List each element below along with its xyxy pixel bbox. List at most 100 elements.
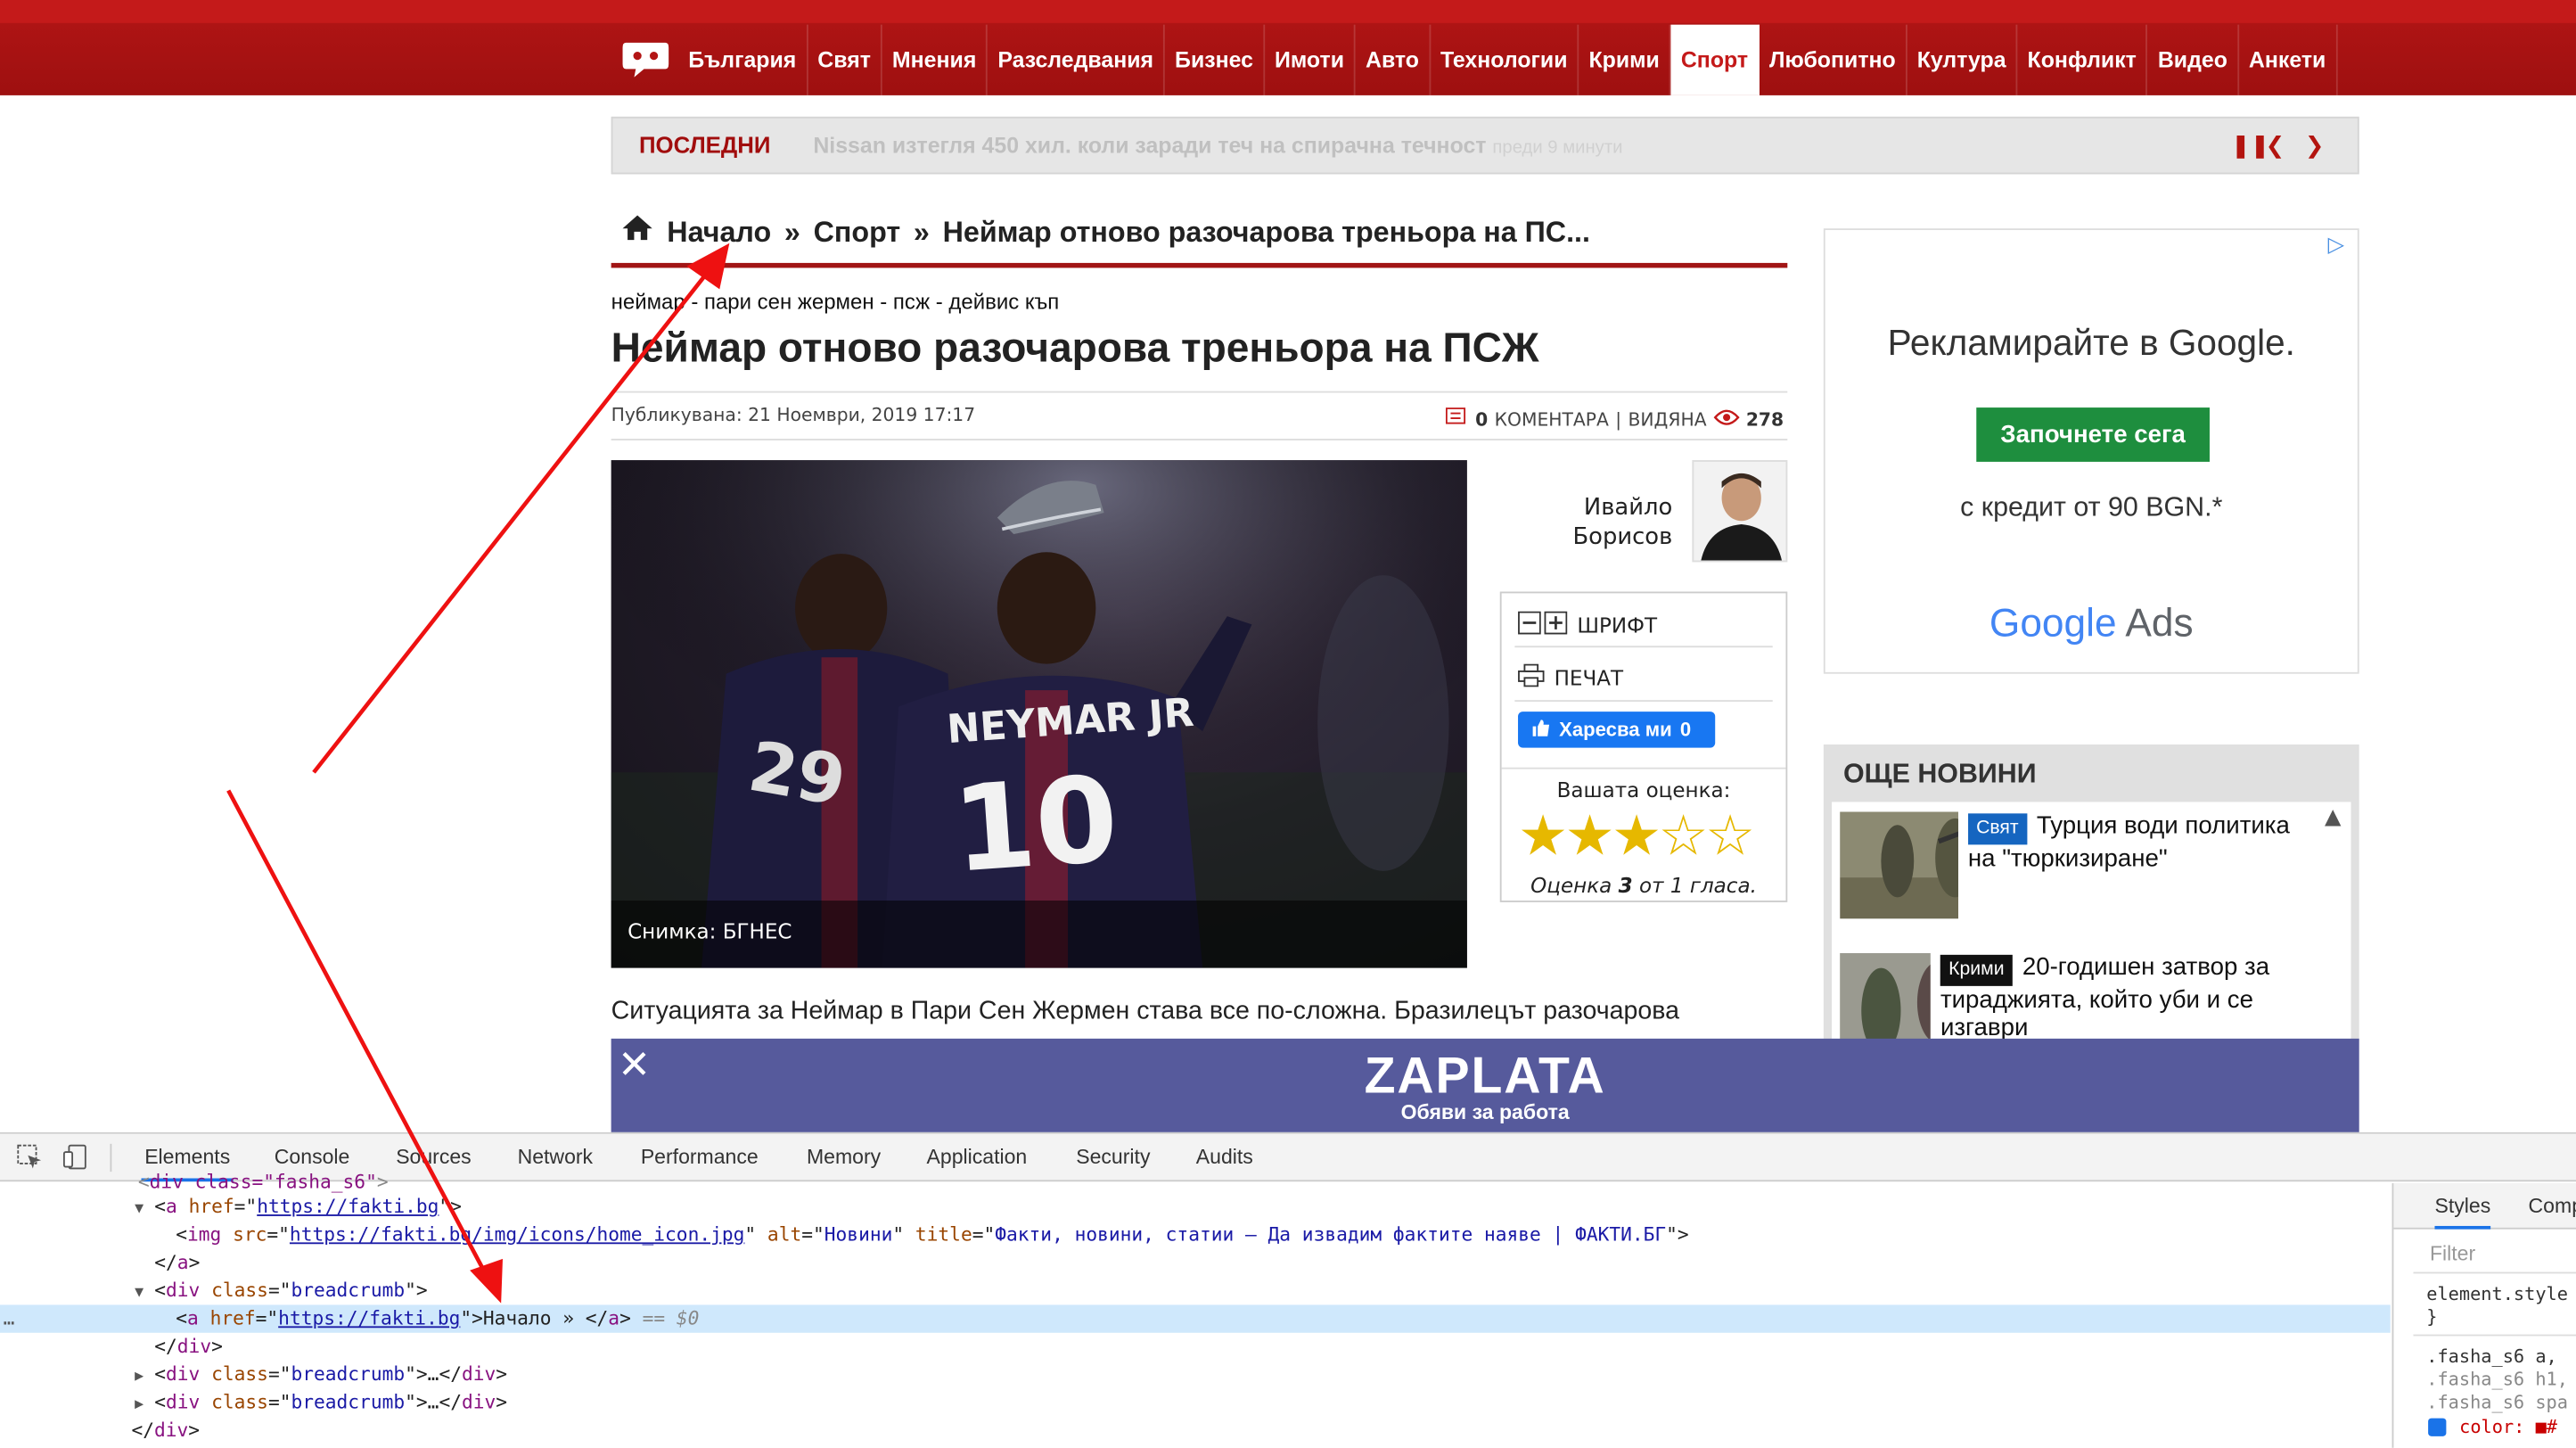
nav-item-investigations[interactable]: Разследвания [988,24,1165,95]
style-selector[interactable]: .fasha_s6 a, [2426,1346,2556,1368]
ticker-next-icon[interactable]: ❯ [2305,133,2325,159]
print-label: ПЕЧАТ [1554,665,1624,691]
article-photo[interactable]: NEYMAR JR 10 29 Снимка: БГНЕС [611,460,1467,968]
home-icon[interactable] [621,214,654,251]
dom-node[interactable]: </div> [0,1333,2391,1361]
nav-item-auto[interactable]: Авто [1356,24,1431,95]
breadcrumb-separator: » [783,214,800,248]
views-label: ВИДЯНА [1628,408,1707,430]
dom-node-selected[interactable]: … <a href="https://fakti.bg">Начало » </a… [0,1304,2391,1333]
views-eye-icon [1713,408,1740,430]
inspect-element-icon[interactable] [16,1144,42,1170]
ad-choices-icon[interactable]: ▷ [2328,234,2344,259]
news-thumbnail[interactable] [1840,953,1931,1041]
nav-item-world[interactable]: Свят [808,24,882,95]
nav-item-property[interactable]: Имоти [1265,24,1356,95]
ticker-prev-icon[interactable]: ❮ [2266,133,2285,159]
style-selector[interactable]: .fasha_s6 h1, [2426,1369,2568,1390]
divider [110,1143,112,1172]
author-name[interactable]: Ивайло Борисов [1545,493,1672,552]
font-increase-icon[interactable] [1544,611,1568,639]
style-property[interactable]: color: ■# [2459,1417,2557,1438]
comments-count: 0 [1475,408,1489,430]
rating-summary: Оценка 3 от 1 гласа. [1530,872,1757,898]
dom-node[interactable]: ▶ <div class="breadcrumb">…</div> [0,1388,2391,1416]
ad-cta-button[interactable]: Започнете сега [1976,407,2210,462]
nav-item-technology[interactable]: Технологии [1431,24,1579,95]
category-badge[interactable]: Крими [1940,954,2013,986]
header-strip [0,0,2576,23]
property-checkbox[interactable] [2428,1418,2447,1436]
comments-label[interactable]: КОМЕНТАРА [1495,408,1609,430]
latest-news-ticker: ПОСЛЕДНИ Nissan изтегля 450 хил. коли за… [611,116,2359,175]
zaplata-subtitle: Обяви за работа [1400,1100,1570,1124]
views-count: 278 [1745,408,1784,430]
divider [2413,1334,2576,1337]
zaplata-banner[interactable]: ✕ ZAPLATA Обяви за работа [611,1038,2359,1132]
list-item[interactable]: Свят Турция води политика на "тюркизиране… [1840,811,2317,919]
list-item[interactable]: Крими 20-годишен затвор за тираджията, ко… [1840,953,2317,1041]
dom-node[interactable]: </a> [0,1249,2391,1277]
font-decrease-icon[interactable] [1518,611,1541,639]
ad-subtitle: с кредит от 90 BGN.* [1960,492,2223,523]
tab-computed[interactable]: Comp [2529,1195,2576,1218]
nav-item-crime[interactable]: Крими [1579,24,1671,95]
article-tags[interactable]: неймар - пари сен жермен - псж - дейвис … [611,289,1060,314]
dom-node[interactable]: ▼ <a href="https://fakti.bg"> [0,1193,2391,1221]
dom-node[interactable]: ▶ <div class="breadcrumb">…</div> [0,1361,2391,1388]
more-news-title: ОЩЕ НОВИНИ [1842,759,2037,789]
article-lead: Ситуацията за Неймар в Пари Сен Жермен с… [611,997,1680,1026]
more-news-list: ▲ Свят Турция води политика на "тюркизира… [1832,802,2351,1041]
category-badge[interactable]: Свят [1967,813,2027,845]
style-rule[interactable]: element.style [2426,1283,2568,1304]
dom-node[interactable]: ▼ <div class="breadcrumb"> [0,1277,2391,1304]
dom-node[interactable]: <img src="https://fakti.bg/img/icons/hom… [0,1221,2391,1248]
divider [611,391,1788,393]
nav-item-video[interactable]: Видео [2148,24,2239,95]
style-selector[interactable]: .fasha_s6 spa [2426,1392,2568,1413]
dom-node[interactable]: <div class="fasha_s6"> [0,1168,2391,1196]
news-thumbnail[interactable] [1840,811,1958,919]
rating-stars[interactable]: ★★★☆☆ [1518,803,1755,869]
breadcrumb-home-link[interactable]: Начало [667,215,771,250]
thumbs-up-icon [1531,718,1551,743]
divider [1514,646,1773,648]
scroll-up-icon[interactable]: ▲ [2325,805,2341,830]
nav-item-bulgaria[interactable]: България [678,24,808,95]
rating-label: Вашата оценка: [1556,777,1731,802]
photo-caption: Снимка: БГНЕС [611,901,1467,968]
device-toolbar-icon[interactable] [62,1144,88,1170]
dom-tree: <div class="fasha_s6"> ▼ <a href="https:/… [0,1170,2391,1448]
tab-styles[interactable]: Styles [2434,1195,2491,1230]
breadcrumb: Начало » Спорт » Неймар отново разочаров… [621,214,1590,251]
more-news-panel: ОЩЕ НОВИНИ ▲ Свят Турция води политика на… [1823,744,2359,1041]
svg-text:29: 29 [742,727,851,822]
divider [1514,700,1773,703]
font-size-control[interactable]: ШРИФТ [1518,611,1658,639]
author-avatar[interactable] [1692,460,1788,563]
site-logo-icon[interactable] [621,39,670,78]
jersey-number: 10 [948,751,1122,900]
ticker-headline[interactable]: Nissan изтегля 450 хил. коли заради теч … [813,133,1622,158]
nav-item-business[interactable]: Бизнес [1165,24,1265,95]
facebook-like-button[interactable]: Харесва ми 0 [1518,712,1716,748]
devtools-panel: Elements Console Sources Network Perform… [0,1131,2576,1448]
divider [611,439,1788,440]
nav-item-sport[interactable]: Спорт [1670,24,1760,95]
nav-item-curious[interactable]: Любопитно [1760,24,1907,95]
ticker-pause-icon[interactable]: ❚❚ [2231,133,2269,159]
nav-item-opinions[interactable]: Мнения [882,24,989,95]
styles-filter-input[interactable]: Filter [2430,1242,2475,1265]
comments-icon[interactable] [1445,407,1469,431]
font-label: ШРИФТ [1577,613,1658,638]
nav-item-polls[interactable]: Анкети [2239,24,2338,95]
ticker-label: ПОСЛЕДНИ [638,131,771,158]
divider [1501,767,1786,769]
print-button[interactable]: ПЕЧАТ [1518,663,1624,692]
breadcrumb-current[interactable]: Неймар отново разочарова треньора на ПС.… [943,215,1590,250]
breadcrumb-section-link[interactable]: Спорт [814,215,901,250]
dom-node[interactable]: </div> [0,1417,2391,1444]
nav-item-conflict[interactable]: Конфликт [2017,24,2148,95]
google-ad[interactable]: ▷ Рекламирайте в Google. Започнете сега … [1823,228,2359,674]
nav-item-culture[interactable]: Култура [1907,24,2018,95]
